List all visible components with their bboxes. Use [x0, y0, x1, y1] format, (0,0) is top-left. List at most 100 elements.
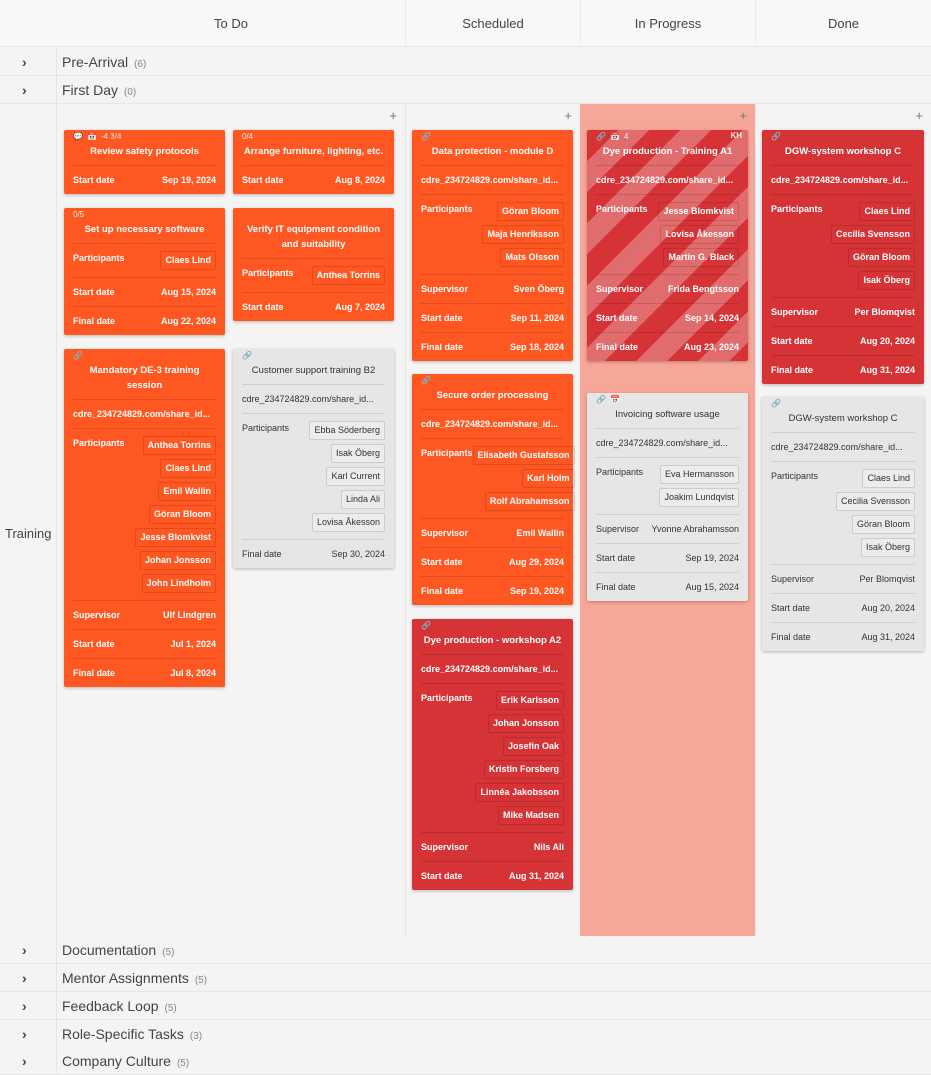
card-link[interactable]: cdre_234724829.com/share_id...: [771, 166, 915, 195]
card-title: Review safety protocols: [73, 142, 216, 166]
card-meta: 🔗: [421, 130, 564, 142]
participant-chip[interactable]: Lovisa Åkesson: [660, 225, 739, 244]
final-row: Final date Aug 31, 2024: [771, 356, 915, 384]
card-set-up-software[interactable]: 0/5 Set up necessary software Participants…: [64, 208, 225, 335]
swimlane-first-day[interactable]: › First Day (0): [0, 76, 931, 104]
participant-chip[interactable]: Anthea Torrins: [142, 436, 216, 455]
start-row: Start date Aug 20, 2024: [771, 594, 915, 623]
participant-chip[interactable]: Isak Öberg: [858, 271, 915, 290]
swimlane-mentor-assignments[interactable]: › Mentor Assignments (5): [0, 964, 931, 992]
participant-chip[interactable]: Eva Hermansson: [659, 465, 739, 484]
card-secure-order-processing[interactable]: 🔗 Secure order processing cdre_234724829.c…: [412, 374, 575, 605]
chevron-right-icon[interactable]: ›: [22, 82, 36, 98]
participant-chip[interactable]: Erik Karlsson: [495, 691, 564, 710]
participants-row: Participants Ebba Söderberg Isak Öberg Karl…: [242, 414, 385, 540]
participant-chip[interactable]: Isak Öberg: [860, 538, 915, 557]
chevron-right-icon[interactable]: ›: [22, 1053, 36, 1069]
supervisor-row: Supervisor Per Blomqvist: [771, 565, 915, 594]
card-link[interactable]: cdre_234724829.com/share_id...: [771, 433, 915, 462]
participant-chip[interactable]: Lovisa Åkesson: [311, 513, 385, 532]
card-data-protection[interactable]: 🔗 Data protection - module Dcdre_23472482…: [412, 130, 573, 361]
card-link[interactable]: cdre_234724829.com/share_id...: [73, 400, 216, 429]
participant-chip[interactable]: Göran Bloom: [148, 505, 216, 524]
card-verify-it-equipment[interactable]: Verify IT equipment condition and suitab…: [233, 208, 394, 321]
participant-chip[interactable]: Göran Bloom: [847, 248, 915, 267]
card-link[interactable]: cdre_234724829.com/share_id...: [242, 385, 385, 414]
final-row: Final date Jul 8, 2024: [73, 659, 216, 687]
participant-chip[interactable]: Josefin Oak: [502, 737, 564, 756]
swimlane-role-specific-tasks[interactable]: › Role-Specific Tasks (3): [0, 1020, 931, 1048]
participant-chip[interactable]: Kristin Forsberg: [483, 760, 564, 779]
add-card-icon[interactable]: +: [915, 108, 923, 123]
card-link[interactable]: cdre_234724829.com/share_id...: [421, 410, 564, 439]
swimlane-company-culture[interactable]: › Company Culture (5): [0, 1047, 931, 1075]
chevron-right-icon[interactable]: ›: [22, 1026, 36, 1042]
participant-chip[interactable]: Linnéa Jakobsson: [475, 783, 564, 802]
add-card-icon[interactable]: +: [739, 108, 747, 123]
participant-chip[interactable]: Jesse Blomkvist: [135, 528, 216, 547]
participant-chip[interactable]: Elisabeth Gustafsson: [472, 446, 575, 465]
card-dgw-system-workshop[interactable]: 🔗 DGW-system workshop Ccdre_234724829.com…: [762, 397, 924, 651]
card-arrange-furniture[interactable]: 0/4 Arrange furniture, lighting, etc. Star…: [233, 130, 394, 194]
participant-chip[interactable]: Joakim Lundqvist: [659, 488, 739, 507]
participant-chip[interactable]: Johan Jonsson: [487, 714, 564, 733]
participant-chip[interactable]: Cecilia Svensson: [835, 492, 915, 511]
start-label: Start date: [242, 175, 284, 185]
participant-chip[interactable]: Emil Wallin: [158, 482, 216, 501]
participant-chip[interactable]: Claes Lind: [862, 469, 915, 488]
swimlane-documentation[interactable]: › Documentation (5): [0, 936, 931, 964]
add-card-icon[interactable]: +: [564, 108, 572, 123]
card-link[interactable]: cdre_234724829.com/share_id...: [421, 655, 564, 684]
calendar-icon: 📅: [609, 395, 620, 404]
final-label: Final date: [73, 316, 116, 326]
participant-chip[interactable]: Martin G. Black: [663, 248, 739, 267]
add-card-icon[interactable]: +: [389, 108, 397, 123]
participant-chip[interactable]: Claes Lind: [160, 459, 216, 478]
participant-chip[interactable]: Anthea Torrins: [311, 266, 385, 285]
participant-chip[interactable]: Göran Bloom: [496, 202, 564, 221]
participants-row: Participants Anthea Torrins: [242, 259, 385, 293]
supervisor-label: Supervisor: [421, 842, 469, 852]
participant-chip[interactable]: Maja Henriksson: [482, 225, 564, 244]
card-link[interactable]: cdre_234724829.com/share_id...: [421, 166, 564, 195]
participant-chip[interactable]: Johan Jonsson: [139, 551, 216, 570]
card-dye-production-training[interactable]: 🔗 📅 4 KH Dye production - Training A1 cdre_23…: [587, 130, 748, 361]
swimlane-feedback-loop[interactable]: › Feedback Loop (5): [0, 992, 931, 1020]
chevron-right-icon[interactable]: ›: [22, 998, 36, 1014]
participants-row: Participants Jesse Blomkvist Lovisa Åkesso…: [596, 195, 739, 275]
supervisor-label: Supervisor: [421, 528, 469, 538]
participants-label: Participants: [242, 268, 294, 278]
participant-chip[interactable]: Mats Olsson: [500, 248, 564, 267]
link-icon: 🔗: [421, 132, 431, 141]
participant-chip[interactable]: Jesse Blomkvist: [658, 202, 739, 221]
participant-chip[interactable]: Karl Current: [326, 467, 385, 486]
card-link[interactable]: cdre_234724829.com/share_id...: [596, 166, 739, 195]
participant-chip[interactable]: Göran Bloom: [851, 515, 915, 534]
card-customer-support-training[interactable]: 🔗 Customer support training B2 cdre_234724…: [233, 349, 394, 568]
participant-chip[interactable]: Cecilia Svensson: [830, 225, 915, 244]
card-link[interactable]: cdre_234724829.com/share_id...: [596, 429, 739, 458]
chevron-right-icon[interactable]: ›: [22, 54, 36, 70]
participant-chip[interactable]: Isak Öberg: [330, 444, 385, 463]
participant-chip[interactable]: Claes Lind: [859, 202, 915, 221]
participant-chip[interactable]: Rolf Abrahamsson: [484, 492, 575, 511]
start-value: Sep 19, 2024: [161, 175, 216, 185]
start-value: Sep 14, 2024: [684, 313, 739, 323]
participant-chip[interactable]: Ebba Söderberg: [309, 421, 385, 440]
chevron-right-icon[interactable]: ›: [22, 942, 36, 958]
card-dye-production-workshop[interactable]: 🔗 Dye production - workshop A2 cdre_234724…: [412, 619, 573, 890]
participant-chip[interactable]: Linda Ali: [340, 490, 385, 509]
swimlane-pre-arrival[interactable]: › Pre-Arrival (6): [0, 48, 931, 76]
participant-chip[interactable]: John Lindholm: [141, 574, 216, 593]
participant-chip[interactable]: Karl Holm: [522, 469, 575, 488]
card-progress: -4 3/4: [100, 132, 122, 141]
card-invoicing-software[interactable]: 🔗 📅 Invoicing software usage cdre_234724829…: [587, 393, 748, 601]
card-dgw-system-workshop[interactable]: 🔗 DGW-system workshop Ccdre_234724829.com…: [762, 130, 924, 384]
chevron-right-icon[interactable]: ›: [22, 970, 36, 986]
participant-chip[interactable]: Claes Lind: [160, 251, 216, 270]
participant-chip[interactable]: Mike Madsen: [497, 806, 564, 825]
card-review-safety-protocols[interactable]: 💬 📅 -4 3/4 Review safety protocols Start dat…: [64, 130, 225, 194]
card-mandatory-de3-training[interactable]: 🔗 Mandatory DE-3 training session cdre_234…: [64, 349, 225, 687]
participant-chips: Claes Lind Cecilia Svensson Göran Bloom Isa…: [835, 469, 915, 557]
participant-chips: Ebba Söderberg Isak Öberg Karl Current Lind…: [309, 421, 385, 532]
